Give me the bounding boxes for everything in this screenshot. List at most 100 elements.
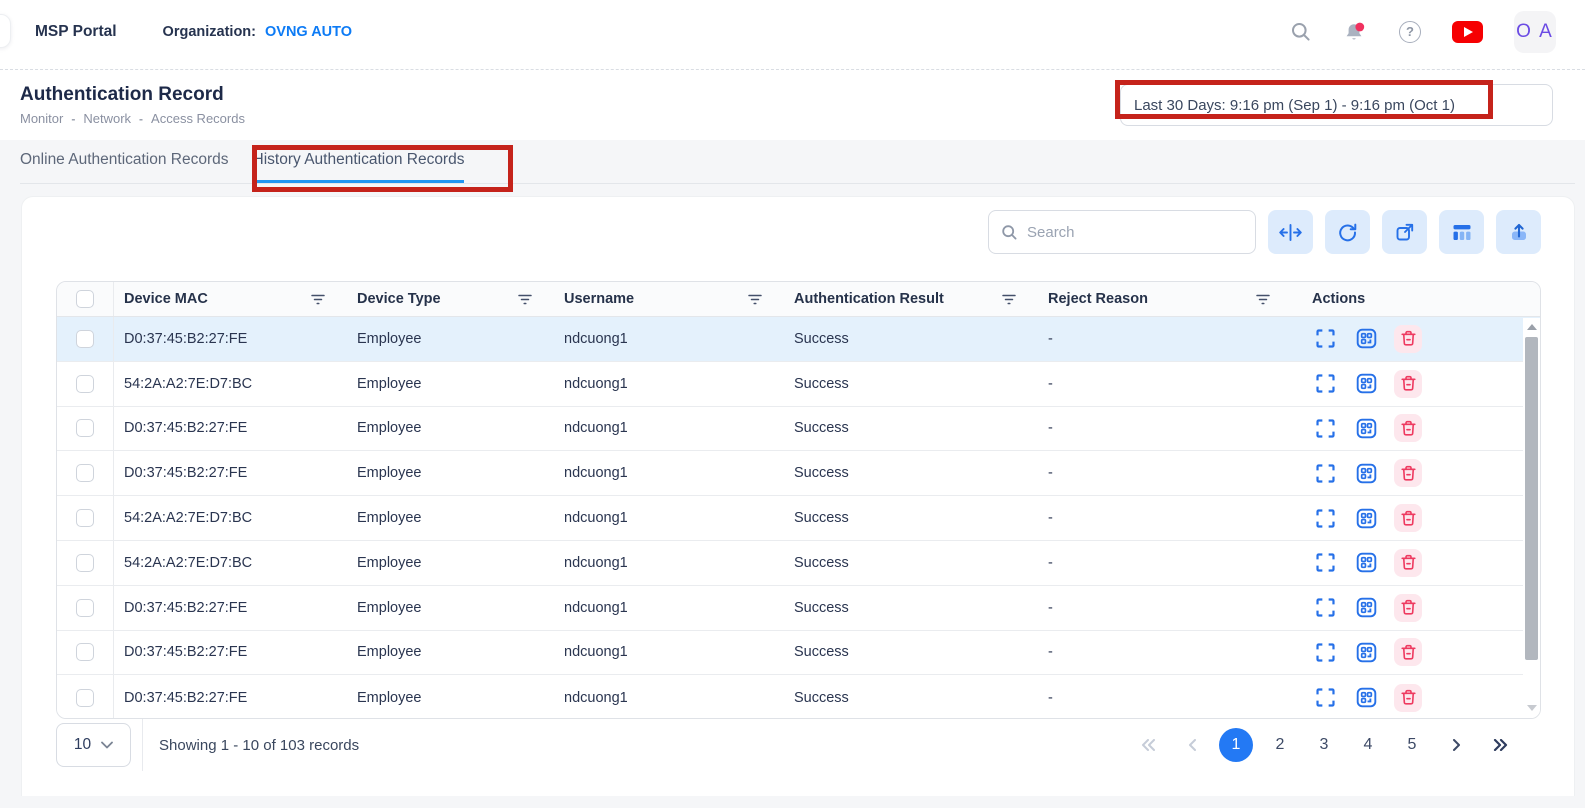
row-checkbox-cell bbox=[57, 586, 114, 630]
expand-record-button[interactable] bbox=[1312, 505, 1338, 531]
session-details-button[interactable] bbox=[1353, 505, 1379, 531]
row-checkbox[interactable] bbox=[76, 419, 94, 437]
session-details-button[interactable] bbox=[1353, 550, 1379, 576]
delete-record-button[interactable] bbox=[1394, 684, 1422, 712]
row-checkbox-cell bbox=[57, 451, 114, 495]
tabs-row: Online Authentication Records History Au… bbox=[20, 140, 1575, 184]
cell-device-mac: 54:2A:A2:7E:D7:BC bbox=[114, 555, 347, 571]
filter-icon[interactable] bbox=[748, 294, 762, 305]
date-range-picker[interactable]: Last 30 Days: 9:16 pm (Sep 1) - 9:16 pm … bbox=[1120, 84, 1553, 126]
avatar[interactable]: O A bbox=[1514, 11, 1556, 53]
row-checkbox[interactable] bbox=[76, 599, 94, 617]
cell-device-mac: D0:37:45:B2:27:FE bbox=[114, 644, 347, 660]
expand-record-button[interactable] bbox=[1312, 639, 1338, 665]
expand-record-button[interactable] bbox=[1312, 550, 1338, 576]
open-in-new-window-button[interactable] bbox=[1382, 210, 1427, 254]
scrollbar-thumb[interactable] bbox=[1525, 337, 1538, 660]
cell-device-type: Employee bbox=[347, 420, 554, 436]
organization-link[interactable]: OVNG AUTO bbox=[265, 24, 352, 40]
delete-record-button[interactable] bbox=[1394, 504, 1422, 532]
session-details-button[interactable] bbox=[1353, 371, 1379, 397]
filter-icon[interactable] bbox=[1256, 294, 1270, 305]
row-checkbox[interactable] bbox=[76, 464, 94, 482]
row-checkbox[interactable] bbox=[76, 509, 94, 527]
page-number-button[interactable]: 4 bbox=[1351, 728, 1385, 762]
row-checkbox[interactable] bbox=[76, 330, 94, 348]
filter-icon[interactable] bbox=[1002, 294, 1016, 305]
session-details-button[interactable] bbox=[1353, 460, 1379, 486]
select-all-cell bbox=[57, 282, 114, 316]
cell-device-mac: D0:37:45:B2:27:FE bbox=[114, 600, 347, 616]
page-header-left: Authentication Record Monitor - Network … bbox=[20, 84, 245, 126]
session-details-button[interactable] bbox=[1353, 685, 1379, 711]
cell-auth-result: Success bbox=[784, 465, 1038, 481]
page-size-select[interactable]: 10 bbox=[56, 723, 131, 767]
session-details-button[interactable] bbox=[1353, 595, 1379, 621]
column-header-reject-reason: Reject Reason bbox=[1038, 282, 1292, 316]
trash-icon bbox=[1399, 419, 1418, 438]
expand-record-button[interactable] bbox=[1312, 685, 1338, 711]
last-page-button[interactable] bbox=[1483, 728, 1517, 762]
first-page-button[interactable] bbox=[1131, 728, 1165, 762]
session-details-button[interactable] bbox=[1353, 639, 1379, 665]
export-icon bbox=[1509, 222, 1529, 242]
page-number-button[interactable]: 3 bbox=[1307, 728, 1341, 762]
top-bar: MSP Portal Organization: OVNG AUTO ? O A bbox=[0, 0, 1585, 70]
select-all-checkbox[interactable] bbox=[76, 290, 94, 308]
cell-actions bbox=[1292, 684, 1540, 712]
youtube-icon[interactable] bbox=[1452, 21, 1483, 43]
expand-record-button[interactable] bbox=[1312, 460, 1338, 486]
previous-page-button[interactable] bbox=[1175, 728, 1209, 762]
delete-record-button[interactable] bbox=[1394, 325, 1422, 353]
delete-record-button[interactable] bbox=[1394, 594, 1422, 622]
expand-record-button[interactable] bbox=[1312, 371, 1338, 397]
row-checkbox[interactable] bbox=[76, 643, 94, 661]
row-checkbox[interactable] bbox=[76, 689, 94, 707]
cell-device-type: Employee bbox=[347, 555, 554, 571]
table-row: 54:2A:A2:7E:D7:BC Employee ndcuong1 Succ… bbox=[57, 362, 1540, 407]
trash-icon bbox=[1399, 374, 1418, 393]
refresh-button[interactable] bbox=[1325, 210, 1370, 254]
scroll-up-arrow-icon[interactable] bbox=[1527, 324, 1537, 330]
session-details-button[interactable] bbox=[1353, 326, 1379, 352]
breadcrumb-monitor[interactable]: Monitor bbox=[20, 111, 63, 126]
cell-reject-reason: - bbox=[1038, 690, 1292, 706]
filter-icon[interactable] bbox=[311, 294, 325, 305]
manage-columns-button[interactable] bbox=[1439, 210, 1484, 254]
delete-record-button[interactable] bbox=[1394, 414, 1422, 442]
page-number-button[interactable]: 2 bbox=[1263, 728, 1297, 762]
cell-reject-reason: - bbox=[1038, 600, 1292, 616]
expand-columns-button[interactable] bbox=[1268, 210, 1313, 254]
export-button[interactable] bbox=[1496, 210, 1541, 254]
expand-record-button[interactable] bbox=[1312, 595, 1338, 621]
cell-device-type: Employee bbox=[347, 690, 554, 706]
tab-online-authentication-records[interactable]: Online Authentication Records bbox=[20, 151, 229, 183]
row-checkbox-cell bbox=[57, 675, 114, 719]
breadcrumb-access-records[interactable]: Access Records bbox=[151, 111, 245, 126]
breadcrumb-network[interactable]: Network bbox=[83, 111, 131, 126]
delete-record-button[interactable] bbox=[1394, 549, 1422, 577]
scroll-down-arrow-icon[interactable] bbox=[1527, 705, 1537, 711]
sidebar-handle[interactable] bbox=[0, 14, 11, 48]
next-page-button[interactable] bbox=[1439, 728, 1473, 762]
row-checkbox[interactable] bbox=[76, 554, 94, 572]
expand-record-button[interactable] bbox=[1312, 415, 1338, 441]
tab-history-authentication-records[interactable]: History Authentication Records bbox=[253, 151, 465, 183]
filter-icon[interactable] bbox=[518, 294, 532, 305]
cell-auth-result: Success bbox=[784, 555, 1038, 571]
search-icon[interactable] bbox=[1290, 21, 1312, 43]
help-icon[interactable]: ? bbox=[1399, 21, 1421, 43]
notifications-bell-icon[interactable] bbox=[1343, 20, 1368, 44]
delete-record-button[interactable] bbox=[1394, 370, 1422, 398]
delete-record-button[interactable] bbox=[1394, 459, 1422, 487]
row-checkbox[interactable] bbox=[76, 375, 94, 393]
page-number-button[interactable]: 5 bbox=[1395, 728, 1429, 762]
search-input[interactable] bbox=[1027, 224, 1243, 241]
breadcrumb: Monitor - Network - Access Records bbox=[20, 111, 245, 126]
delete-record-button[interactable] bbox=[1394, 638, 1422, 666]
expand-record-button[interactable] bbox=[1312, 326, 1338, 352]
cell-username: ndcuong1 bbox=[554, 465, 784, 481]
column-label: Username bbox=[564, 291, 634, 307]
page-number-button[interactable]: 1 bbox=[1219, 728, 1253, 762]
session-details-button[interactable] bbox=[1353, 415, 1379, 441]
